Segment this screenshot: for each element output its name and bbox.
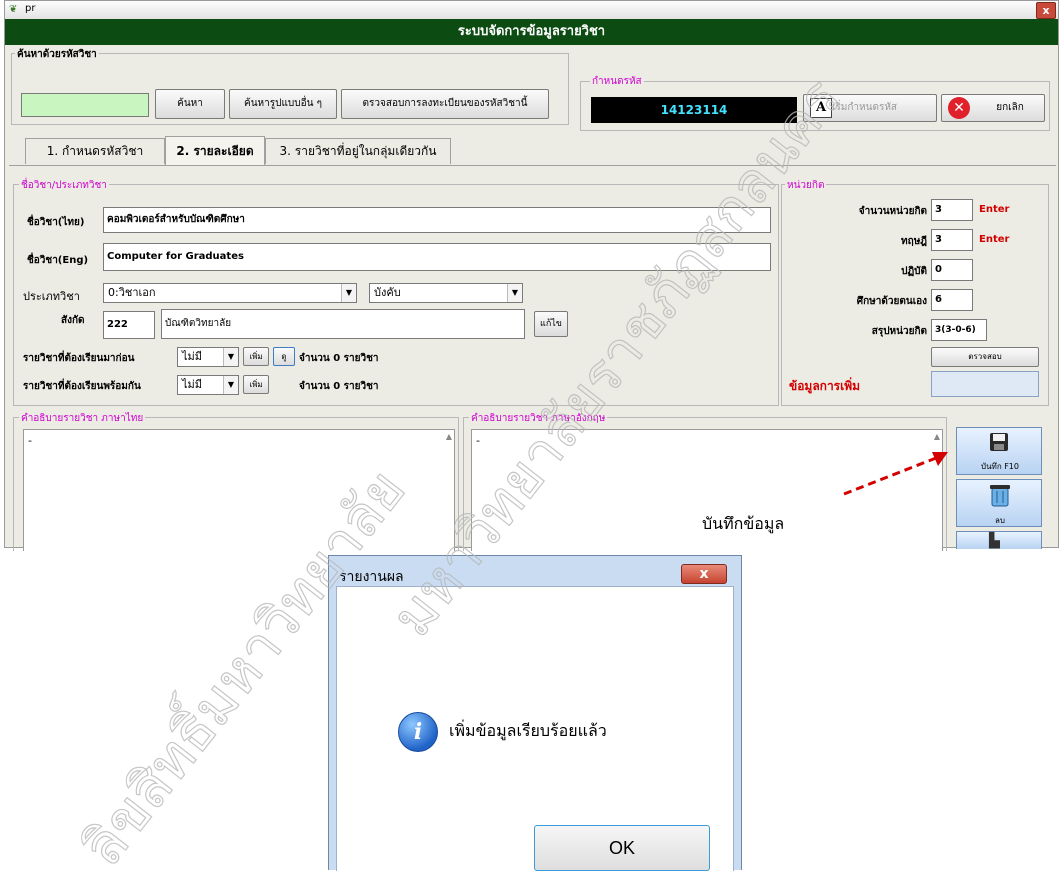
thai-description-legend: คำอธิบายรายวิชา ภาษาไทย: [19, 411, 146, 426]
enter-hint-theory: Enter: [979, 234, 1010, 245]
prereq-add-button[interactable]: เพิ่ม: [243, 347, 269, 366]
coreq-add-button[interactable]: เพิ่ม: [243, 375, 269, 394]
credits-total-input[interactable]: 3: [931, 199, 973, 221]
window-close-button[interactable]: x: [1036, 2, 1056, 19]
extra-info-field: [931, 371, 1039, 397]
credits-practice-label: ปฏิบัติ: [901, 266, 927, 277]
cancel-button[interactable]: ✕ ยกเลิก: [941, 94, 1045, 122]
credits-practice-input[interactable]: 0: [931, 259, 973, 281]
prereq-count: จำนวน 0 รายวิชา: [299, 353, 379, 364]
coreq-value: ไม่มี: [182, 378, 203, 391]
cancel-x-icon: ✕: [948, 97, 970, 119]
credits-total-label: จำนวนหน่วยกิต: [858, 206, 927, 217]
print-icon: ▙: [989, 533, 1000, 549]
save-icon: [989, 432, 1009, 452]
edit-affiliation-button[interactable]: แก้ไข: [534, 311, 568, 337]
credits-summary-label: สรุปหน่วยกิต: [871, 326, 927, 337]
tab-divider: [9, 165, 1056, 166]
dialog-message: เพิ่มข้อมูลเรียบร้อยแล้ว: [449, 721, 607, 740]
dialog-title: รายงานผล: [339, 569, 404, 585]
name-en-label: ชื่อวิชา(Eng): [27, 255, 89, 266]
affiliation-name-input[interactable]: บัณฑิตวิทยาลัย: [161, 309, 525, 339]
thai-description-textarea[interactable]: - ▲: [23, 429, 455, 551]
search-legend: ค้นหาด้วยรหัสวิชา: [15, 47, 99, 62]
chevron-down-icon: ▼: [223, 376, 238, 394]
check-registration-button[interactable]: ตรวจสอบการลงทะเบียนของรหัสวิชานี้: [341, 89, 549, 119]
details-legend: ชื่อวิชา/ประเภทวิชา: [19, 178, 109, 193]
text-format-icon: A: [810, 98, 832, 118]
credits-theory-input[interactable]: 3: [931, 229, 973, 251]
prereq-label: รายวิชาที่ต้องเรียนมาก่อน: [23, 353, 135, 364]
scroll-up-icon[interactable]: ▲: [934, 432, 940, 441]
check-credits-button[interactable]: ตรวจสอบ: [931, 347, 1039, 367]
print-button[interactable]: ▙: [956, 531, 1042, 549]
eng-description-legend: คำอธิบายรายวิชา ภาษาอังกฤษ: [469, 411, 608, 426]
prereq-value: ไม่มี: [182, 350, 203, 363]
scroll-up-icon[interactable]: ▲: [446, 432, 452, 441]
new-code-label: เริ่มกำหนดรหัส: [832, 102, 898, 113]
app-icon: ❦: [9, 4, 18, 15]
course-type-select[interactable]: 0:วิชาเอก ▼: [103, 283, 357, 303]
chevron-down-icon: ▼: [341, 284, 356, 302]
save-button[interactable]: บันทึก F10: [956, 427, 1042, 475]
chevron-down-icon: ▼: [507, 284, 522, 302]
credits-self-label: ศึกษาด้วยตนเอง: [856, 296, 927, 307]
course-code-display: 14123114: [591, 97, 797, 123]
type-label: ประเภทวิชา: [23, 290, 80, 303]
compulsory-value: บังคับ: [374, 286, 401, 299]
annotation-arrow-icon: [843, 452, 948, 496]
prereq-select[interactable]: ไม่มี ▼: [177, 347, 239, 367]
annotation-label: บันทึกข้อมูล: [702, 514, 785, 533]
delete-button[interactable]: ลบ: [956, 479, 1042, 527]
cancel-label: ยกเลิก: [996, 102, 1024, 113]
save-label: บันทึก F10: [981, 462, 1019, 471]
tab-details[interactable]: 2. รายละเอียด: [165, 136, 265, 166]
dialog-body: i เพิ่มข้อมูลเรียบร้อยแล้ว OK: [336, 586, 734, 871]
info-icon: i: [398, 712, 438, 752]
title-bar: ❦ pr x: [5, 1, 1058, 20]
code-legend: กำหนดรหัส: [590, 74, 644, 89]
name-th-input[interactable]: คอมพิวเตอร์สำหรับบัณฑิตศึกษา: [103, 207, 771, 233]
affiliation-code-input[interactable]: 222: [103, 311, 155, 339]
extra-info-label: ข้อมูลการเพิ่ม: [789, 379, 861, 393]
credits-legend: หน่วยกิต: [785, 178, 827, 193]
credits-self-input[interactable]: 6: [931, 289, 973, 311]
name-th-label: ชื่อวิชา(ไทย): [27, 217, 85, 228]
coreq-count: จำนวน 0 รายวิชา: [299, 381, 379, 392]
enter-hint-total: Enter: [979, 204, 1010, 215]
eng-description-text: -: [476, 434, 480, 447]
new-code-button[interactable]: A เริ่มกำหนดรหัส: [803, 94, 937, 122]
coreq-label: รายวิชาที่ต้องเรียนพร้อมกัน: [23, 381, 141, 392]
affiliation-label: สังกัด: [61, 315, 85, 326]
page-title: ระบบจัดการข้อมูลรายวิชา: [5, 19, 1058, 45]
name-en-input[interactable]: Computer for Graduates: [103, 243, 771, 271]
dialog-close-button[interactable]: x: [681, 564, 727, 584]
delete-label: ลบ: [995, 516, 1005, 525]
course-type-value: 0:วิชาเอก: [108, 286, 156, 299]
compulsory-select[interactable]: บังคับ ▼: [369, 283, 523, 303]
coreq-select[interactable]: ไม่มี ▼: [177, 375, 239, 395]
search-button[interactable]: ค้นหา: [155, 89, 225, 119]
thai-description-text: -: [28, 434, 32, 447]
chevron-down-icon: ▼: [223, 348, 238, 366]
trash-icon: [989, 483, 1011, 507]
other-search-button[interactable]: ค้นหารูปแบบอื่น ๆ: [229, 89, 337, 119]
tab-code[interactable]: 1. กำหนดรหัสวิชา: [25, 138, 165, 164]
result-dialog: รายงานผล x i เพิ่มข้อมูลเรียบร้อยแล้ว OK: [328, 555, 742, 871]
prereq-view-button[interactable]: ดู: [273, 347, 295, 366]
course-code-search-input[interactable]: [21, 93, 149, 117]
credits-summary-input[interactable]: 3(3-0-6): [931, 319, 987, 341]
credits-theory-label: ทฤษฎี: [901, 236, 927, 247]
window-title: pr: [25, 3, 36, 14]
ok-button[interactable]: OK: [534, 825, 710, 871]
tab-same-group[interactable]: 3. รายวิชาที่อยู่ในกลุ่มเดียวกัน: [265, 138, 451, 164]
